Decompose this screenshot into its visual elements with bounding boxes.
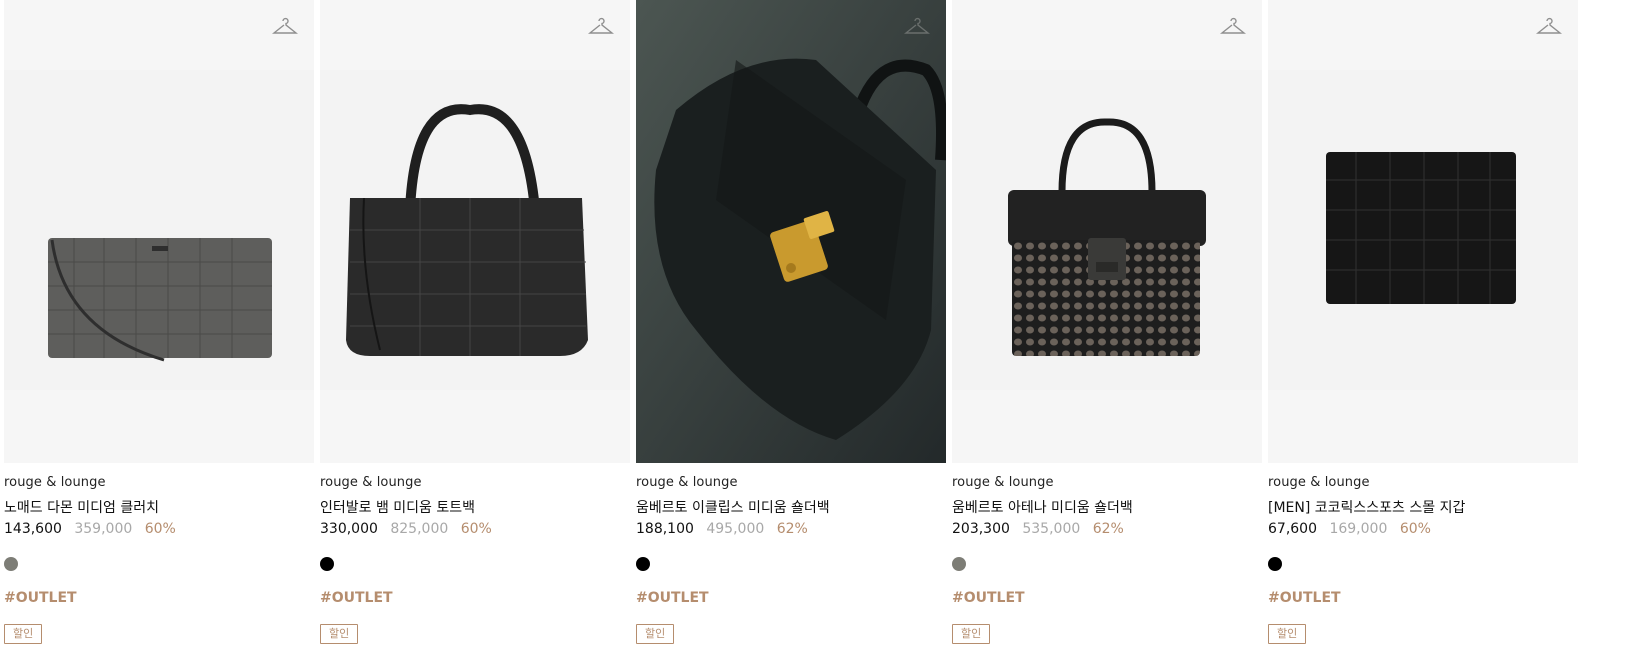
product-image[interactable] bbox=[320, 0, 630, 463]
black-mesh-top-handle-bag-image bbox=[952, 70, 1262, 390]
hashtag[interactable]: #OUTLET bbox=[4, 590, 77, 606]
discount-rate: 62% bbox=[776, 521, 808, 537]
product-grid: rouge & lounge 노매드 다몬 미디엄 클러치 143,600 35… bbox=[0, 0, 1645, 653]
black-shoulder-bag-gold-clasp-image bbox=[636, 0, 946, 463]
product-name[interactable]: [MEN] 코코릭스스포츠 스몰 지갑 bbox=[1268, 497, 1465, 517]
product-card[interactable]: rouge & lounge [MEN] 코코릭스스포츠 스몰 지갑 67,60… bbox=[1268, 0, 1578, 644]
product-name[interactable]: 움베르토 이클립스 미디움 숄더백 bbox=[636, 497, 830, 517]
sale-badge: 할인 bbox=[636, 624, 675, 644]
discount-rate: 60% bbox=[1399, 521, 1431, 537]
product-name[interactable]: 노매드 다몬 미디엄 클러치 bbox=[4, 497, 159, 517]
color-swatch[interactable] bbox=[636, 557, 650, 571]
discount-rate: 60% bbox=[144, 521, 176, 537]
original-price: 169,000 bbox=[1329, 521, 1388, 537]
color-swatch[interactable] bbox=[320, 557, 334, 571]
product-image[interactable] bbox=[636, 0, 946, 463]
product-image[interactable] bbox=[1268, 0, 1578, 463]
discount-rate: 62% bbox=[1092, 521, 1124, 537]
brand-label[interactable]: rouge & lounge bbox=[320, 475, 422, 490]
color-swatch[interactable] bbox=[1268, 557, 1282, 571]
product-name[interactable]: 인터발로 뱀 미디움 토트백 bbox=[320, 497, 475, 517]
original-price: 359,000 bbox=[74, 521, 133, 537]
discount-rate: 60% bbox=[460, 521, 492, 537]
brand-label[interactable]: rouge & lounge bbox=[636, 475, 738, 490]
product-card[interactable]: rouge & lounge 움베르토 아테나 미디움 숄더백 203,300 … bbox=[952, 0, 1262, 644]
hashtag[interactable]: #OUTLET bbox=[952, 590, 1025, 606]
price-row: 67,600 169,000 60% bbox=[1268, 521, 1431, 537]
hashtag[interactable]: #OUTLET bbox=[636, 590, 709, 606]
sale-badge: 할인 bbox=[1268, 624, 1307, 644]
grey-croc-clutch-image bbox=[4, 70, 314, 390]
product-card[interactable]: rouge & lounge 인터발로 뱀 미디움 토트백 330,000 82… bbox=[320, 0, 630, 644]
brand-label[interactable]: rouge & lounge bbox=[952, 475, 1054, 490]
hashtag[interactable]: #OUTLET bbox=[320, 590, 393, 606]
brand-label[interactable]: rouge & lounge bbox=[4, 475, 106, 490]
hashtag[interactable]: #OUTLET bbox=[1268, 590, 1341, 606]
hanger-icon[interactable] bbox=[904, 16, 930, 38]
sale-price: 330,000 bbox=[320, 521, 378, 537]
price-row: 188,100 495,000 62% bbox=[636, 521, 808, 537]
brand-label[interactable]: rouge & lounge bbox=[1268, 475, 1370, 490]
product-image[interactable] bbox=[952, 0, 1262, 463]
sale-badge: 할인 bbox=[320, 624, 359, 644]
black-croc-wallet-image bbox=[1268, 70, 1578, 390]
sale-badge: 할인 bbox=[4, 624, 43, 644]
sale-price: 203,300 bbox=[952, 521, 1010, 537]
hanger-icon[interactable] bbox=[272, 16, 298, 38]
original-price: 495,000 bbox=[706, 521, 765, 537]
black-python-tote-image bbox=[320, 70, 630, 390]
sale-badge: 할인 bbox=[952, 624, 991, 644]
color-swatch[interactable] bbox=[952, 557, 966, 571]
price-row: 203,300 535,000 62% bbox=[952, 521, 1124, 537]
sale-price: 188,100 bbox=[636, 521, 694, 537]
original-price: 825,000 bbox=[390, 521, 449, 537]
hanger-icon[interactable] bbox=[588, 16, 614, 38]
product-name[interactable]: 움베르토 아테나 미디움 숄더백 bbox=[952, 497, 1133, 517]
product-card[interactable]: rouge & lounge 움베르토 이클립스 미디움 숄더백 188,100… bbox=[636, 0, 946, 644]
sale-price: 67,600 bbox=[1268, 521, 1317, 537]
original-price: 535,000 bbox=[1022, 521, 1081, 537]
price-row: 143,600 359,000 60% bbox=[4, 521, 176, 537]
product-card[interactable]: rouge & lounge 노매드 다몬 미디엄 클러치 143,600 35… bbox=[4, 0, 314, 644]
sale-price: 143,600 bbox=[4, 521, 62, 537]
product-image[interactable] bbox=[4, 0, 314, 463]
color-swatch[interactable] bbox=[4, 557, 18, 571]
price-row: 330,000 825,000 60% bbox=[320, 521, 492, 537]
hanger-icon[interactable] bbox=[1536, 16, 1562, 38]
hanger-icon[interactable] bbox=[1220, 16, 1246, 38]
